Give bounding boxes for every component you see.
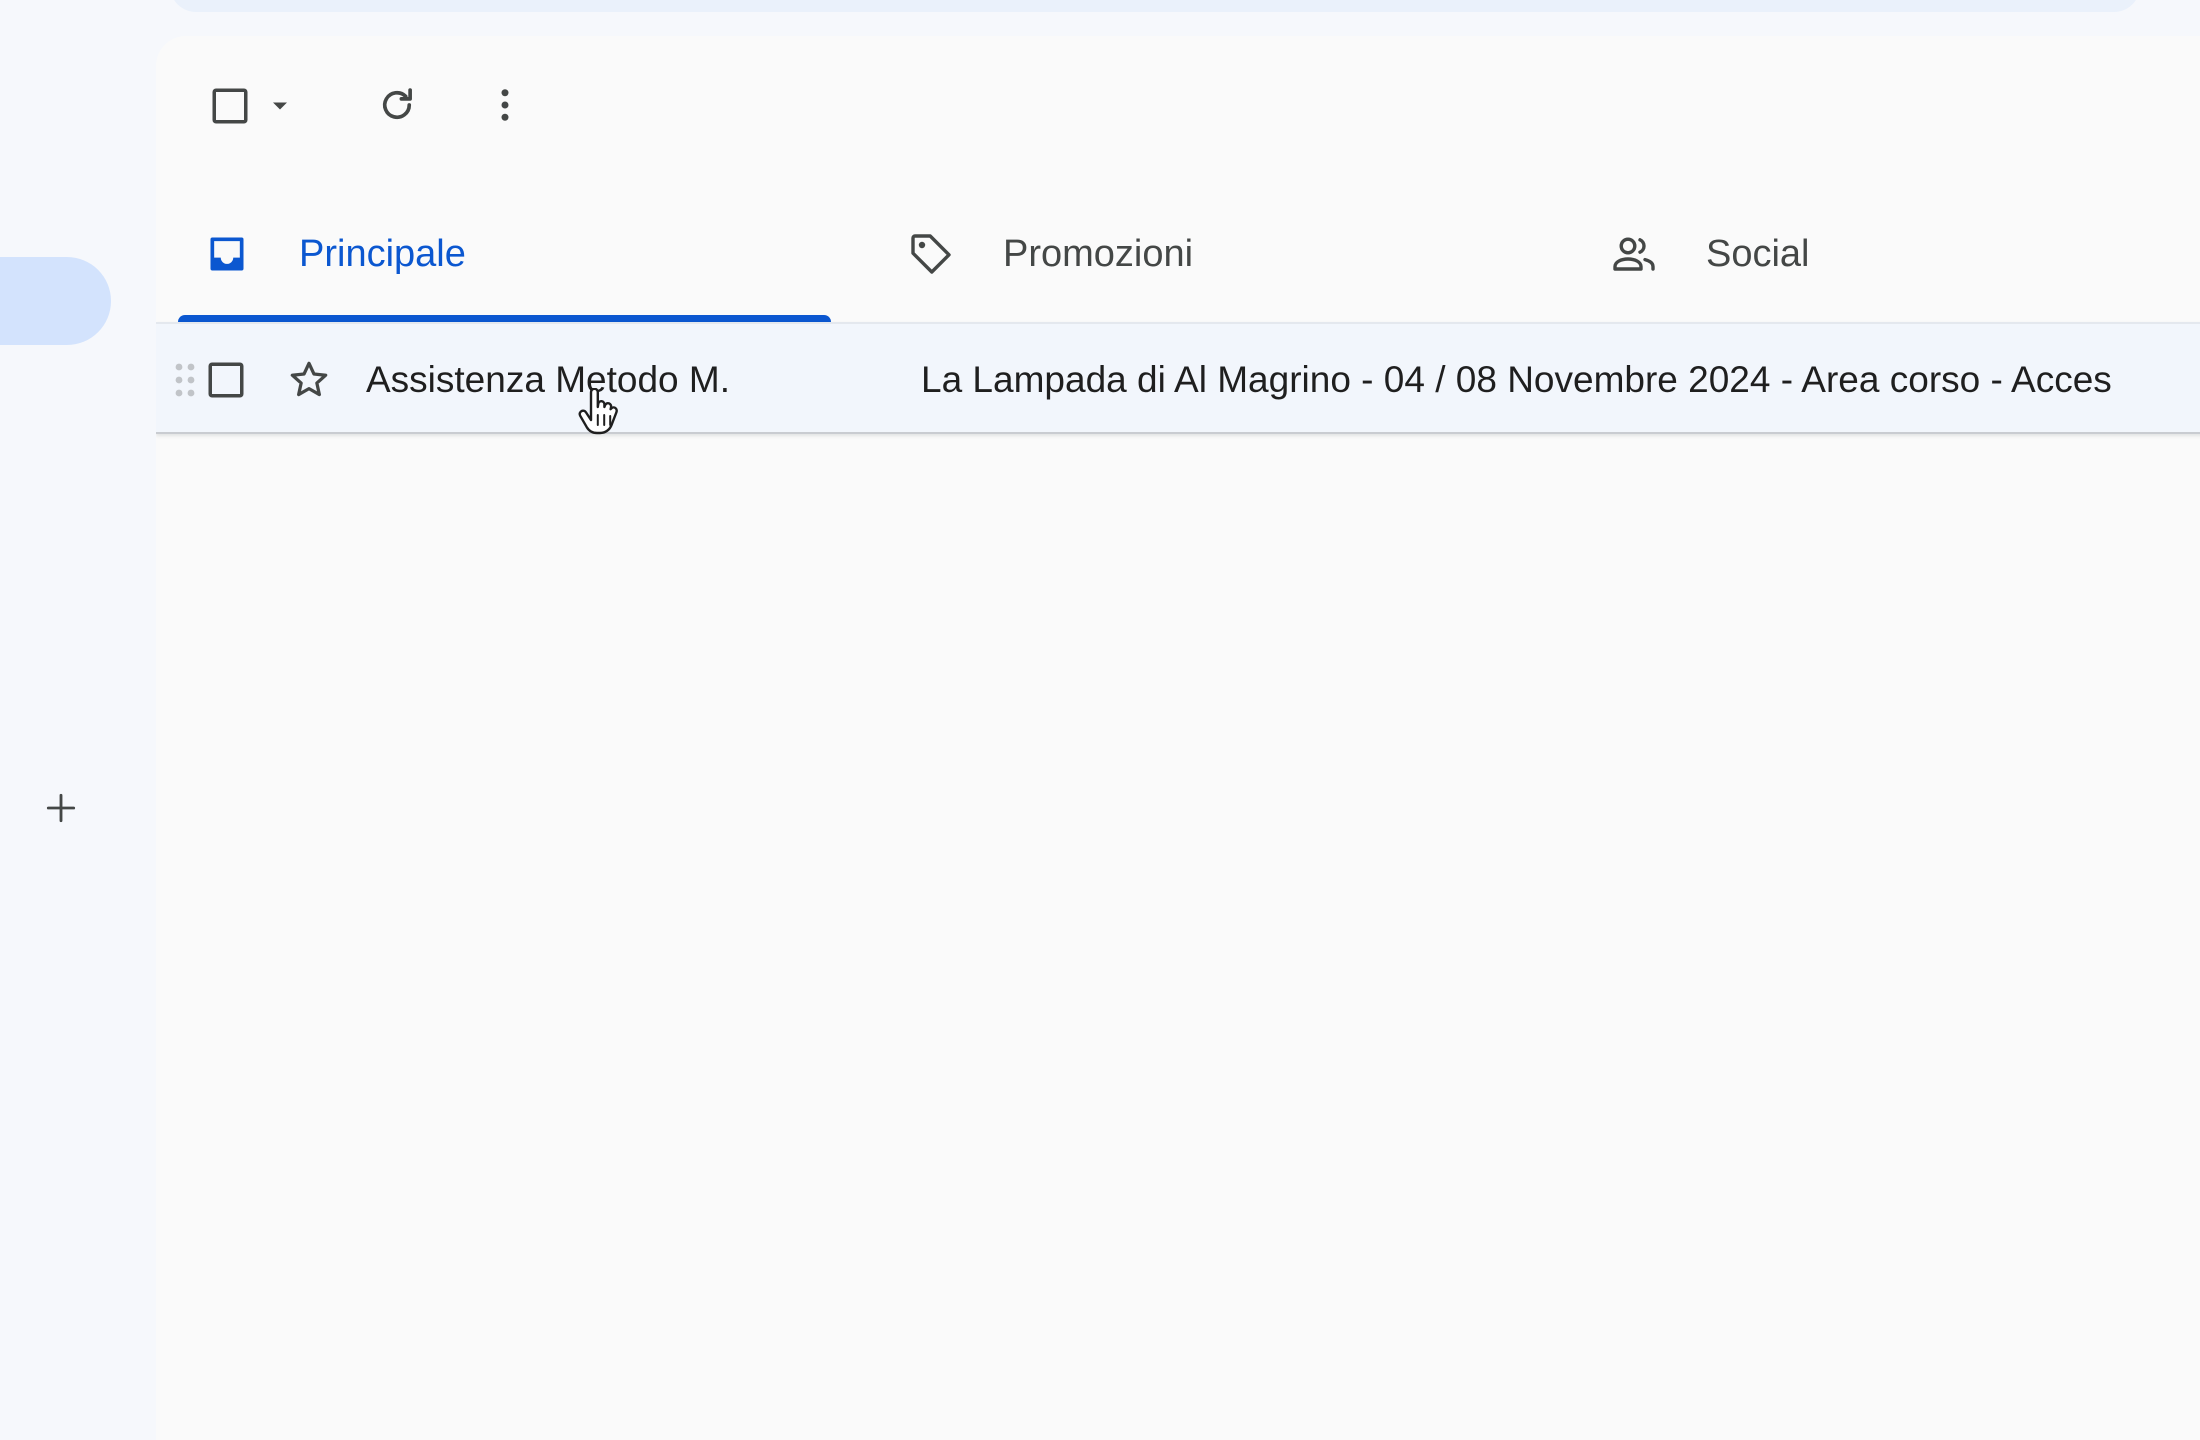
mail-toolbar xyxy=(156,36,2200,166)
email-sender: Assistenza Metodo M. xyxy=(366,359,730,400)
tab-promotions[interactable]: Promozioni xyxy=(881,188,1535,322)
people-icon xyxy=(1610,230,1658,278)
star-button[interactable] xyxy=(285,356,333,404)
refresh-icon xyxy=(382,88,412,120)
active-tab-indicator xyxy=(178,315,831,322)
search-bar[interactable] xyxy=(170,0,2140,12)
tab-label: Promozioni xyxy=(1003,233,1194,275)
caret-down-icon xyxy=(273,102,287,110)
more-actions-button[interactable] xyxy=(472,72,538,138)
email-subject: La Lampada di Al Magrino - 04 / 08 Novem… xyxy=(921,359,2112,400)
add-label-button[interactable] xyxy=(34,781,88,835)
star-outline-icon xyxy=(290,361,328,397)
left-navigation-rail xyxy=(0,0,156,1440)
more-vert-icon xyxy=(501,89,509,121)
tag-icon xyxy=(907,230,955,278)
select-options-button[interactable] xyxy=(260,86,300,126)
refresh-button[interactable] xyxy=(364,72,430,138)
email-list: Assistenza Metodo M. La Lampada di Al Ma… xyxy=(156,322,2200,434)
email-row[interactable]: Assistenza Metodo M. La Lampada di Al Ma… xyxy=(156,322,2200,434)
inbox-icon xyxy=(203,230,251,278)
nav-item-active[interactable] xyxy=(0,257,111,345)
main-panel: Principale Promozioni Social Assistenza … xyxy=(156,36,2200,1440)
plus-icon xyxy=(46,793,76,823)
select-all-checkbox[interactable] xyxy=(200,76,260,136)
tab-label: Principale xyxy=(299,233,466,275)
drag-handle-icon[interactable] xyxy=(172,360,198,400)
email-select-checkbox[interactable] xyxy=(204,358,248,402)
tab-label: Social xyxy=(1706,233,1810,275)
tab-social[interactable]: Social xyxy=(1584,188,2200,322)
category-tabs: Principale Promozioni Social xyxy=(177,188,2200,322)
checkbox-outline-icon xyxy=(208,362,244,398)
checkbox-outline-icon xyxy=(212,88,248,124)
tab-primary[interactable]: Principale xyxy=(177,188,831,322)
